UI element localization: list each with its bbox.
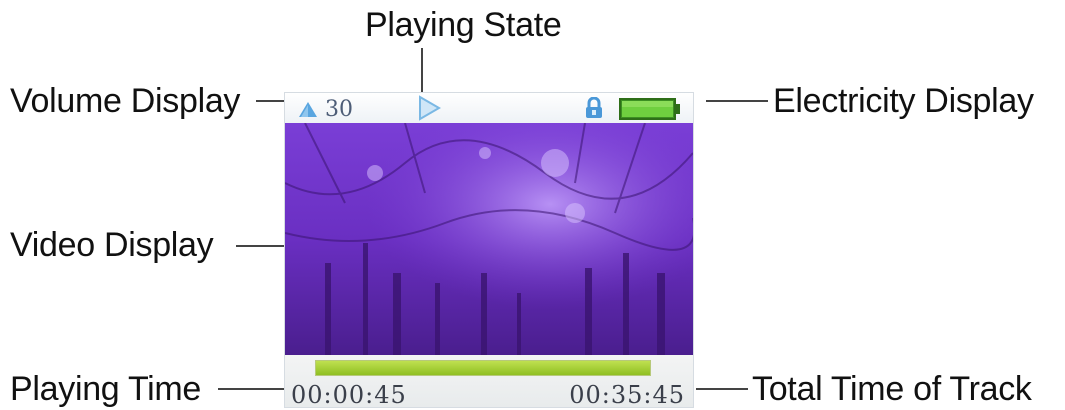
video-display bbox=[285, 123, 693, 355]
video-display-label: Video Display bbox=[10, 226, 214, 264]
playing-time-label: Playing Time bbox=[10, 370, 202, 408]
playing-state-label: Playing State bbox=[365, 6, 562, 44]
electricity-display-label: Electricity Display bbox=[773, 82, 1034, 120]
player-screen: 30 00:00:45 00:35:45 bbox=[284, 92, 694, 409]
total-time-leader bbox=[696, 388, 748, 390]
electricity-display-leader bbox=[706, 100, 768, 102]
progress-fill bbox=[316, 361, 650, 375]
volume-value: 30 bbox=[325, 97, 353, 122]
battery-icon bbox=[619, 98, 680, 120]
volume-icon bbox=[299, 102, 317, 117]
bottom-bar: 00:00:45 00:35:45 bbox=[285, 355, 693, 409]
play-icon bbox=[419, 95, 441, 121]
playing-time-leader bbox=[218, 388, 286, 390]
playing-time-value: 00:00:45 bbox=[291, 381, 407, 409]
volume-display-label: Volume Display bbox=[10, 82, 241, 120]
total-time-value: 00:35:45 bbox=[569, 381, 685, 409]
status-bar: 30 bbox=[285, 93, 693, 123]
lock-icon bbox=[586, 97, 602, 118]
playing-state-leader bbox=[421, 48, 423, 92]
progress-bar bbox=[315, 360, 651, 376]
video-display-leader bbox=[236, 245, 288, 247]
total-time-of-track-label: Total Time of Track bbox=[752, 370, 1032, 408]
video-frame-forest bbox=[285, 123, 693, 355]
